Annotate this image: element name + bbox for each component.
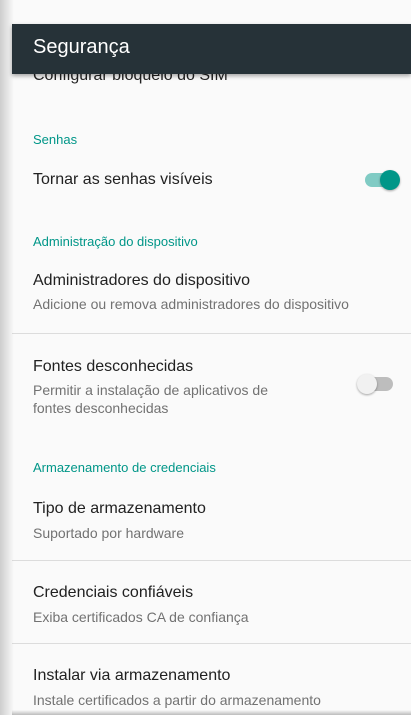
unknown-sources-summary-line1: Permitir a instalação de aplicativos de — [33, 382, 269, 398]
unknown-sources-title: Fontes desconhecidas — [33, 358, 194, 375]
settings-list[interactable]: Configurar bloqueio do SIM Segurança Sen… — [12, 0, 411, 715]
page-title: Segurança — [33, 36, 130, 58]
storage-type-summary: Suportado por hardware — [33, 525, 184, 541]
edge-shadow — [0, 0, 14, 715]
show-passwords-title: Tornar as senhas visíveis — [33, 171, 213, 188]
unknown-sources-summary-line2: fontes desconhecidas — [33, 400, 169, 416]
switch-thumb — [357, 374, 377, 394]
settings-screen: Configurar bloqueio do SIM Segurança Sen… — [0, 0, 411, 715]
switch-thumb — [380, 170, 400, 190]
app-bar: Segurança — [12, 24, 411, 74]
credential-storage-section-header: Armazenamento de credenciais — [33, 460, 216, 475]
unknown-sources-switch[interactable] — [357, 372, 397, 396]
trusted-credentials-summary: Exiba certificados CA de confiança — [33, 609, 249, 625]
show-passwords-switch[interactable] — [361, 168, 401, 192]
storage-type-title: Tipo de armazenamento — [33, 500, 206, 517]
install-from-storage-title: Instalar via armazenamento — [33, 667, 231, 684]
divider — [12, 560, 411, 561]
trusted-credentials-title: Credenciais confiáveis — [33, 584, 194, 601]
device-admin-section-header: Administração do dispositivo — [33, 234, 198, 249]
divider — [12, 333, 411, 334]
divider — [12, 643, 411, 644]
install-from-storage-summary: Instale certificados a partir do armazen… — [33, 692, 321, 708]
device-admins-title: Administradores do dispositivo — [33, 272, 250, 289]
device-admins-summary: Adicione ou remova administradores do di… — [33, 296, 349, 312]
passwords-section-header: Senhas — [33, 132, 78, 147]
bottom-edge-shadow — [12, 710, 411, 715]
